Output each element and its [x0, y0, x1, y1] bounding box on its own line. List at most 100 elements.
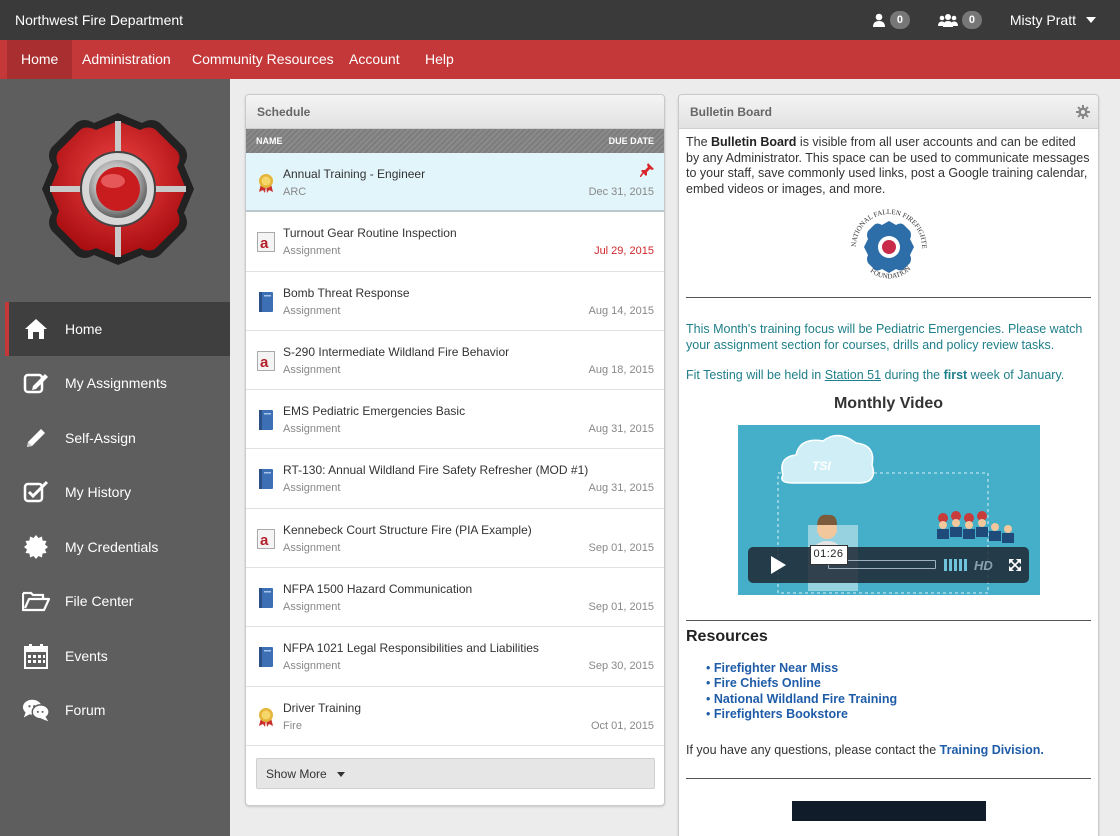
schedule-row-title[interactable]: Driver Training: [283, 701, 361, 715]
resource-item: • Firefighters Bookstore: [706, 707, 848, 721]
assignment-a-icon: a: [257, 350, 275, 371]
nav-home[interactable]: Home: [7, 40, 73, 79]
schedule-row-type: Fire: [283, 719, 302, 732]
schedule-row[interactable]: EMS Pediatric Emergencies Basic Assignmen…: [246, 390, 664, 450]
sidebar-item-label: File Center: [65, 593, 134, 609]
user-notifications-button[interactable]: 0: [872, 11, 910, 29]
training-division-link[interactable]: Training Division.: [940, 743, 1044, 757]
embedded-image-preview: [791, 801, 986, 821]
nav-community-resources[interactable]: Community Resources: [178, 40, 348, 79]
schedule-row-type: Assignment: [283, 245, 341, 258]
sidebar-item-forum[interactable]: Forum: [5, 683, 230, 737]
nav-administration[interactable]: Administration: [68, 40, 185, 79]
schedule-row[interactable]: RT-130: Annual Wildland Fire Safety Refr…: [246, 449, 664, 509]
pin-icon[interactable]: [639, 163, 654, 180]
video-logo-text: TSI: [812, 459, 831, 473]
schedule-row-title[interactable]: Annual Training - Engineer: [283, 167, 425, 181]
user-menu[interactable]: Misty Pratt: [1010, 12, 1096, 28]
schedule-row-type: Assignment: [283, 482, 341, 495]
chevron-down-icon: [1086, 17, 1096, 23]
top-bar: Northwest Fire Department 0 0 Misty Prat…: [0, 0, 1120, 40]
schedule-row-title[interactable]: Bomb Threat Response: [283, 286, 410, 300]
svg-text:HD: HD: [974, 558, 993, 572]
play-icon[interactable]: [768, 555, 788, 575]
schedule-row-title[interactable]: Kennebeck Court Structure Fire (PIA Exam…: [283, 523, 532, 537]
video-time-tooltip: 01:26: [809, 545, 848, 565]
schedule-row-title[interactable]: NFPA 1500 Hazard Communication: [283, 582, 472, 596]
schedule-row-title[interactable]: EMS Pediatric Emergencies Basic: [283, 404, 465, 418]
show-more-button[interactable]: Show More: [256, 758, 655, 789]
nav-help[interactable]: Help: [411, 40, 468, 79]
sidebar-item-events[interactable]: Events: [5, 629, 230, 683]
schedule-row-due-date: Sep 30, 2015: [588, 660, 654, 673]
schedule-row-type: ARC: [283, 186, 307, 198]
svg-text:a: a: [260, 532, 269, 549]
monthly-video-heading: Monthly Video: [833, 394, 944, 412]
schedule-row-title[interactable]: S-290 Intermediate Wildland Fire Behavio…: [283, 345, 509, 359]
schedule-row[interactable]: a Turnout Gear Routine Inspection Assignme…: [246, 212, 664, 272]
schedule-row-title[interactable]: RT-130: Annual Wildland Fire Safety Refr…: [283, 463, 588, 477]
main-nav: Home Administration Community Resources …: [0, 40, 1120, 79]
user-name: Misty Pratt: [1009, 12, 1076, 28]
badge-icon: [22, 533, 50, 561]
pencil-icon: [22, 424, 50, 452]
svg-text:a: a: [260, 354, 269, 371]
schedule-row-title[interactable]: Turnout Gear Routine Inspection: [283, 226, 457, 240]
station-51-link[interactable]: Station 51: [825, 368, 881, 382]
group-notifications-button[interactable]: 0: [937, 11, 982, 29]
fullscreen-icon[interactable]: [1008, 559, 1021, 571]
sidebar-item-my-assignments[interactable]: My Assignments: [5, 356, 230, 410]
schedule-row[interactable]: a Kennebeck Court Structure Fire (PIA Exa…: [246, 508, 664, 569]
column-header-name[interactable]: NAME: [256, 129, 283, 153]
resource-item: • National Wildland Fire Training: [706, 691, 898, 706]
resource-link[interactable]: National Wildland Fire Training: [714, 692, 897, 706]
volume-icon[interactable]: [943, 559, 968, 571]
sidebar-item-my-credentials[interactable]: My Credentials: [5, 520, 230, 574]
sidebar-item-label: My Credentials: [65, 539, 159, 555]
resource-item: • Firefighter Near Miss: [706, 660, 839, 675]
schedule-row[interactable]: Bomb Threat Response Assignment Aug 14, 20…: [246, 271, 664, 331]
nfff-logo: NATIONAL FALLEN FIREFIGHTERS FOUNDATION: [841, 197, 927, 280]
schedule-row[interactable]: a S-290 Intermediate Wildland Fire Behavi…: [246, 330, 664, 391]
sidebar-item-self-assign[interactable]: Self-Assign: [5, 411, 230, 465]
assignment-a-icon: a: [257, 528, 275, 549]
bulletin-board-panel: Bulletin Board The Bulletin Board is vis…: [678, 94, 1099, 836]
book-icon: [257, 410, 275, 431]
monthly-video-player[interactable]: TSI HD 01:26: [737, 425, 1040, 595]
sidebar-item-my-history[interactable]: My History: [5, 465, 230, 519]
schedule-title: Schedule: [246, 95, 664, 129]
schedule-row-due-date: Aug 18, 2015: [588, 363, 654, 376]
calendar-icon: [22, 642, 50, 670]
home-icon: [22, 315, 50, 343]
resource-link[interactable]: Firefighters Bookstore: [714, 707, 848, 721]
resource-link[interactable]: Firefighter Near Miss: [714, 661, 838, 675]
group-icon: [937, 14, 958, 27]
book-icon: [257, 469, 275, 490]
user-notification-badge: 0: [889, 11, 910, 29]
schedule-row-type: Assignment: [283, 304, 341, 317]
schedule-row-type: Assignment: [283, 660, 341, 673]
group-notification-badge: 0: [961, 11, 982, 29]
sidebar-item-file-center[interactable]: File Center: [5, 574, 230, 628]
sidebar-item-home[interactable]: Home: [5, 302, 230, 356]
book-icon: [257, 647, 275, 668]
schedule-row-title[interactable]: NFPA 1021 Legal Responsibilities and Lia…: [283, 641, 539, 655]
schedule-row-type: Assignment: [283, 363, 341, 376]
schedule-row[interactable]: Annual Training - Engineer ARC Dec 31, 201…: [246, 153, 664, 213]
schedule-row-due-date: Dec 31, 2015: [588, 186, 654, 198]
schedule-row[interactable]: NFPA 1500 Hazard Communication Assignment…: [246, 568, 664, 628]
hd-icon[interactable]: HD: [974, 558, 1000, 572]
resource-link[interactable]: Fire Chiefs Online: [714, 676, 821, 690]
schedule-row[interactable]: Driver Training Fire Oct 01, 2015: [246, 686, 664, 746]
column-header-due-date[interactable]: DUE DATE: [609, 129, 654, 153]
nav-account[interactable]: Account: [335, 40, 414, 79]
contact-text: If you have any questions, please contac…: [686, 742, 1044, 757]
gear-icon[interactable]: [1076, 105, 1090, 119]
schedule-row-due-date: Aug 14, 2015: [588, 304, 654, 317]
schedule-row-due-date: Jul 29, 2015: [594, 245, 654, 258]
bulletin-title-text: Bulletin Board: [690, 105, 773, 119]
caret-down-icon: [336, 772, 345, 778]
schedule-row-due-date: Sep 01, 2015: [588, 601, 654, 614]
schedule-row[interactable]: NFPA 1021 Legal Responsibilities and Lia…: [246, 627, 664, 687]
fire-department-logo: [42, 113, 194, 265]
